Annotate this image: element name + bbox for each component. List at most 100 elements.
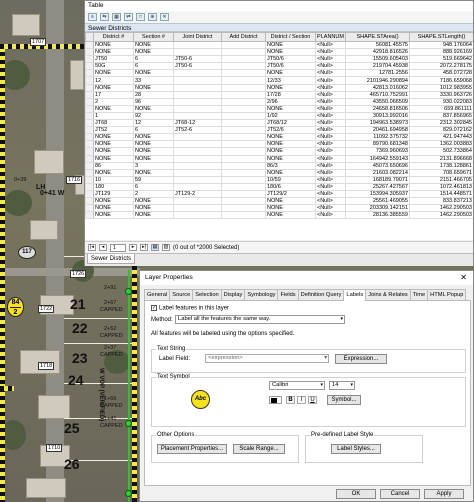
table-cell[interactable] [173,97,222,106]
table-cell[interactable]: 10 [93,175,134,184]
table-row[interactable]: NONE NONE NONE <Null> 203309.142151 1462.2905… [85,204,473,213]
table-cell[interactable]: 24658.816506 [345,104,410,113]
table-cell[interactable]: <Null> [315,48,346,57]
table-cell[interactable]: 164942.559143 [345,154,410,163]
row-selector[interactable] [85,76,94,85]
table-cell[interactable]: NONE [265,40,316,50]
table-cell[interactable]: 708.659671 [409,168,473,177]
table-cell[interactable]: <Null> [315,90,346,99]
table-cell[interactable]: 12 [133,119,174,128]
table-cell[interactable]: 421.947443 [409,133,473,142]
table-cell[interactable]: 7186.659068 [409,76,473,85]
table-cell[interactable]: <Null> [315,76,346,85]
row-selector[interactable] [85,133,94,142]
layer-properties-dialog[interactable]: Layer Properties ✕ General Source Selectio… [139,270,474,502]
table-cell[interactable]: <Null> [315,119,346,128]
table-cell[interactable]: 180/6 [265,182,316,191]
clear-selection-icon[interactable]: □ [136,13,145,21]
row-selector[interactable] [85,83,94,92]
table-cell[interactable]: 2072.278175 [409,62,473,71]
method-dropdown[interactable]: Label all the features the same way. ▾ [175,315,345,324]
table-row[interactable]: JT50 6 JT50-6 JT50/6 <Null> 15509.605403 519.6… [85,55,473,64]
table-cell[interactable]: 1012.983955 [409,83,473,92]
table-cell[interactable] [221,126,266,135]
tab-selection[interactable]: Selection [192,289,222,300]
table-cell[interactable] [173,83,222,92]
table-cell[interactable] [221,161,266,170]
italic-button[interactable]: I [297,396,306,404]
table-cell[interactable]: NONE [93,154,134,163]
tab-symbology[interactable]: Symbology [244,289,279,300]
apply-button[interactable]: Apply [424,489,464,499]
table-cell[interactable]: 15509.605403 [345,55,410,64]
table-cell[interactable]: 153994.305937 [345,189,410,199]
table-cell[interactable]: 519.669642 [409,55,473,64]
table-cell[interactable]: NONE [265,204,316,213]
table-cell[interactable]: 458.072728 [409,69,473,78]
table-cell[interactable] [173,197,222,206]
table-cell[interactable]: <Null> [315,55,346,64]
table-cell[interactable]: 30913.992016 [345,111,410,121]
table-row[interactable]: NONE NONE NONE <Null> 42813.016062 1012.98395… [85,83,473,92]
column-header[interactable]: District # [93,32,134,42]
related-tables-icon[interactable]: ⇆ [100,13,109,21]
table-cell[interactable]: 28136.385559 [345,211,410,220]
table-cell[interactable]: 21603.082214 [345,168,410,177]
table-cell[interactable]: 6 [133,126,174,135]
table-cell[interactable]: 2151.466705 [409,175,473,184]
table-cell[interactable]: 465710.752991 [345,90,410,99]
table-cell[interactable]: <Null> [315,147,346,156]
table-cell[interactable] [173,76,222,85]
table-cell[interactable] [221,204,266,213]
table-cell[interactable]: 1514.448571 [409,189,473,199]
scale-range-button[interactable]: Scale Range... [233,444,285,454]
table-cell[interactable]: 502.733864 [409,147,473,156]
table-cell[interactable]: NONE [93,133,134,142]
table-cell[interactable]: NONE [265,48,316,57]
table-cell[interactable] [173,111,222,121]
row-selector[interactable] [85,40,94,50]
table-cell[interactable] [221,104,266,113]
table-cell[interactable]: NONE [265,140,316,149]
table-cell[interactable]: 829.072162 [409,126,473,135]
table-cell[interactable]: JT52/6 [265,126,316,135]
delete-selected-icon[interactable]: ✕ [160,13,169,21]
table-cell[interactable]: 180 [93,182,134,191]
row-selector[interactable] [85,104,94,113]
table-cell[interactable]: JT68/12 [265,119,316,128]
table-cell[interactable]: NONE [265,83,316,92]
tab-general[interactable]: General [144,289,171,300]
cancel-button[interactable]: Cancel [380,489,420,499]
table-cell[interactable]: NONE [133,83,174,92]
table-row[interactable]: NONE NONE NONE <Null> 11092.375732 421.947443 [85,133,473,142]
table-cell[interactable]: 168189.79071 [345,175,410,184]
table-cell[interactable] [221,69,266,78]
show-selected-records-icon[interactable]: ▥ [162,244,170,251]
table-cell[interactable] [221,211,266,220]
column-header[interactable]: District / Section [265,32,316,42]
table-cell[interactable] [173,48,222,57]
tab-source[interactable]: Source [169,289,194,300]
table-cell[interactable] [221,197,266,206]
table-cell[interactable]: 2 [93,97,134,106]
row-selector[interactable] [85,140,94,149]
table-cell[interactable]: 837.856965 [409,111,473,121]
row-selector[interactable] [85,204,94,213]
switch-selection-icon[interactable]: ⇄ [124,13,133,21]
table-cell[interactable]: <Null> [315,83,346,92]
table-cell[interactable]: 42813.016062 [345,83,410,92]
table-cell[interactable]: <Null> [315,189,346,199]
table-cell[interactable]: NONE [133,168,174,177]
next-record-icon[interactable]: ▸ [129,244,137,251]
table-cell[interactable]: NONE [133,104,174,113]
last-record-icon[interactable]: ▸| [140,244,148,251]
table-row[interactable]: NONE NONE NONE <Null> 25561.469055 833.837213 [85,197,473,206]
table-cell[interactable]: 2101946.290894 [345,76,410,85]
table-cell[interactable]: <Null> [315,104,346,113]
attribute-table-window[interactable]: Table ≡ ⇆ ▦ ⇄ □ ⊕ ✕ Sewer Districts Dist… [84,0,474,266]
table-cell[interactable]: NONE [93,40,134,50]
tab-fields[interactable]: Fields [277,289,299,300]
table-cell[interactable]: 20461.694958 [345,126,410,135]
table-cell[interactable]: JT50 [93,55,134,64]
table-cell[interactable]: <Null> [315,40,346,50]
